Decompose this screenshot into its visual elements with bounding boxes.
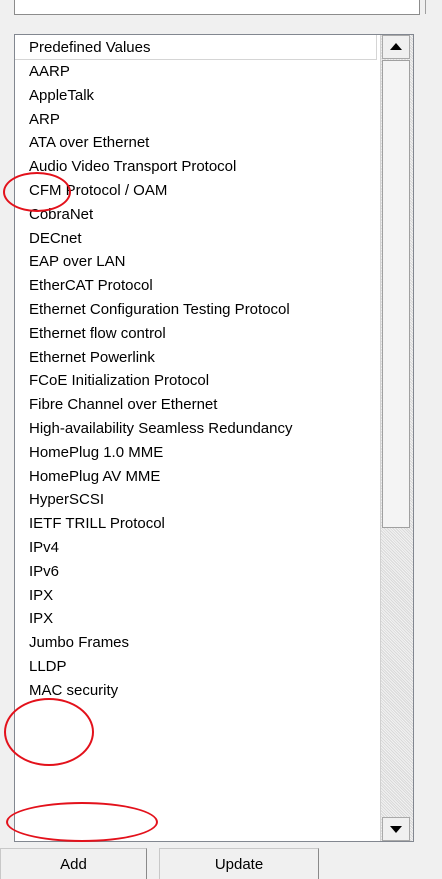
list-item[interactable]: DECnet <box>15 227 377 251</box>
list-item[interactable]: ARP <box>15 108 377 132</box>
list-item[interactable]: EtherCAT Protocol <box>15 274 377 298</box>
list-item[interactable]: Ethernet Configuration Testing Protocol <box>15 298 377 322</box>
add-button[interactable]: Add <box>0 848 147 879</box>
list-item[interactable]: FCoE Initialization Protocol <box>15 369 377 393</box>
list-item[interactable]: HomePlug AV MME <box>15 465 377 489</box>
scrollbar-thumb[interactable] <box>382 60 410 528</box>
list-item[interactable]: Audio Video Transport Protocol <box>15 155 377 179</box>
arrow-down-icon <box>390 826 402 833</box>
list-item[interactable]: IPX <box>15 607 377 631</box>
highlight-ellipse-ipx <box>4 698 94 766</box>
upper-control-edge <box>14 0 420 15</box>
scroll-down-button[interactable] <box>382 817 410 841</box>
list-item[interactable]: IPX <box>15 584 377 608</box>
list-item[interactable]: IETF TRILL Protocol <box>15 512 377 536</box>
arrow-up-icon <box>390 43 402 50</box>
list-item[interactable]: CobraNet <box>15 203 377 227</box>
highlight-ellipse-mac <box>6 802 158 842</box>
update-button[interactable]: Update <box>159 848 319 879</box>
list-header: Predefined Values <box>15 35 377 60</box>
list-item[interactable]: ATA over Ethernet <box>15 131 377 155</box>
highlight-ellipse-audio <box>3 172 71 212</box>
list-item[interactable]: Fibre Channel over Ethernet <box>15 393 377 417</box>
list-item[interactable]: Ethernet flow control <box>15 322 377 346</box>
list-item[interactable]: IPv4 <box>15 536 377 560</box>
list-header-label: Predefined Values <box>29 39 151 56</box>
list-item[interactable]: MAC security <box>15 679 377 703</box>
list-item[interactable]: Jumbo Frames <box>15 631 377 655</box>
ethertype-panel: Predefined Values AARP AppleTalk ARP ATA… <box>0 0 442 879</box>
list-item[interactable]: IPv6 <box>15 560 377 584</box>
list-item[interactable]: EAP over LAN <box>15 250 377 274</box>
list-items: AARP AppleTalk ARP ATA over Ethernet Aud… <box>15 60 377 703</box>
list-item[interactable]: LLDP <box>15 655 377 679</box>
scroll-up-button[interactable] <box>382 35 410 59</box>
list-item[interactable]: AppleTalk <box>15 84 377 108</box>
list-item[interactable]: HyperSCSI <box>15 488 377 512</box>
list-item[interactable]: High-availability Seamless Redundancy <box>15 417 377 441</box>
list-item[interactable]: AARP <box>15 60 377 84</box>
list-item[interactable]: Ethernet Powerlink <box>15 346 377 370</box>
vertical-scrollbar[interactable] <box>380 35 413 841</box>
list-item[interactable]: HomePlug 1.0 MME <box>15 441 377 465</box>
upper-scrollbar-edge <box>425 0 430 14</box>
